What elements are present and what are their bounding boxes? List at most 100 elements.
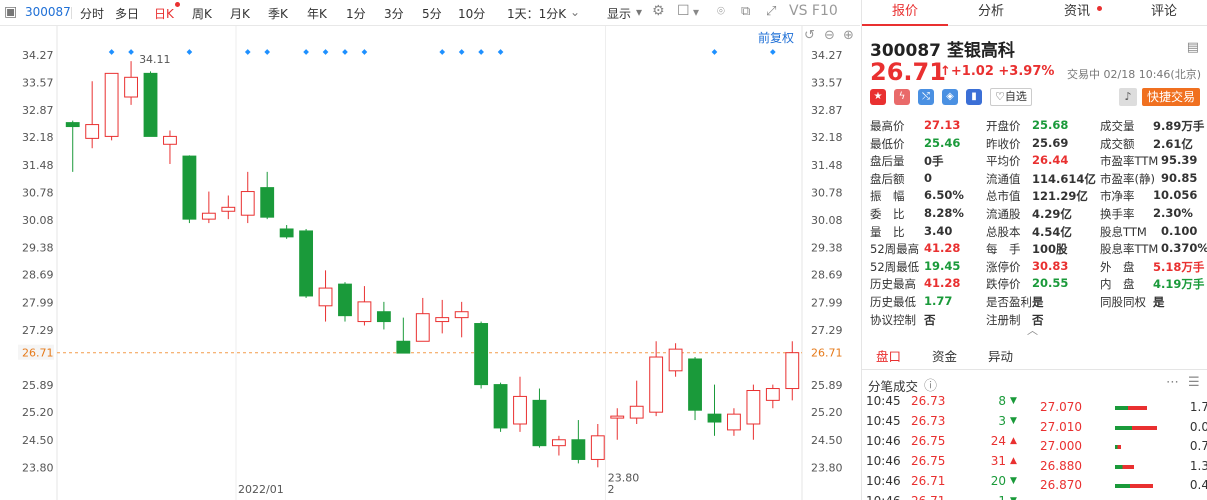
quote-label: 换手率 <box>1100 207 1135 221</box>
copy-icon[interactable]: ⧉ <box>741 4 750 19</box>
camera-icon[interactable]: ⌾ <box>717 4 725 19</box>
candle <box>143 71 158 137</box>
shuffle-icon[interactable]: ⤭ <box>918 89 934 105</box>
heart-icon: ♡ <box>995 90 1005 103</box>
tab-order-book[interactable]: 盘口 <box>876 346 901 365</box>
quote-value: 否 <box>924 312 936 327</box>
tab-monthly-k[interactable]: 月K <box>230 5 250 22</box>
candle-body <box>629 405 644 419</box>
list-icon[interactable]: ☰ <box>1188 375 1200 390</box>
lightning-icon[interactable]: ϟ <box>894 89 910 105</box>
quote-value: 是 <box>1153 295 1165 309</box>
fullscreen-icon[interactable]: ⤢ <box>766 4 776 19</box>
quote-label: 量 比 <box>870 224 905 239</box>
checkbox-icon[interactable]: ☐ <box>677 3 690 19</box>
candle <box>532 388 547 448</box>
k-line-chart[interactable]: 34.27 34.27 33.57 33.57 32.87 32.87 32.18 32.18… <box>0 26 860 500</box>
candle-body <box>435 317 450 323</box>
quote-value: 25.68 <box>1032 118 1069 132</box>
candle <box>396 317 411 354</box>
candle <box>454 301 469 338</box>
tab-comments[interactable]: 评论 <box>1121 0 1207 26</box>
quick-trade-button[interactable]: 快捷交易 <box>1142 88 1201 106</box>
event-marker <box>108 49 115 55</box>
candle-body <box>785 352 800 390</box>
plus-icon[interactable]: ⊕ <box>843 28 854 43</box>
tab-anomaly[interactable]: 异动 <box>988 346 1013 365</box>
candle-body <box>668 348 683 372</box>
candle-body <box>746 390 761 425</box>
more-icon[interactable]: ⋯ <box>1166 375 1179 390</box>
tab-news[interactable]: 资讯 <box>1034 0 1120 26</box>
candle <box>240 171 255 224</box>
display-button[interactable]: 显示 <box>607 5 631 22</box>
restore-price-button[interactable]: 前复权 <box>758 29 794 46</box>
doc-icon[interactable]: ▤ <box>1187 40 1199 55</box>
candle-body <box>85 124 100 139</box>
tab-yearly-k[interactable]: 年K <box>307 5 327 22</box>
quote-label: 昨收价 <box>986 136 1021 151</box>
candle <box>513 376 527 432</box>
candle <box>435 299 450 334</box>
quote-value: 1.77 <box>924 294 953 308</box>
tab-capital[interactable]: 资金 <box>932 346 957 365</box>
minus-icon[interactable]: ⊖ <box>824 28 835 43</box>
candle <box>571 420 586 464</box>
quote-panel: 报价 分析 资讯 评论 300087 荃银高科 ▤ 26.71 ↑+1.02 +… <box>861 0 1207 500</box>
quote-label: 跌停价 <box>986 277 1021 292</box>
event-marker <box>361 49 368 55</box>
tab-quarterly-k[interactable]: 季K <box>268 5 288 22</box>
y-tick-left: 27.99 <box>22 296 54 309</box>
chevron-down-icon[interactable]: ▾ <box>693 5 699 19</box>
info-icon[interactable]: ⓘ <box>924 375 937 394</box>
quote-value: 90.85 <box>1161 170 1198 185</box>
candlestick-svg[interactable]: 34.27 34.27 33.57 33.57 32.87 32.87 32.18 32.18… <box>0 26 860 500</box>
bell-icon[interactable]: ♪ <box>1119 88 1137 106</box>
tick-price: 26.71 <box>911 494 945 500</box>
gear-icon[interactable]: ⚙ <box>652 3 665 19</box>
candle <box>318 270 333 322</box>
quote-value: 30.83 <box>1032 258 1069 273</box>
tab-5min[interactable]: 5分 <box>422 5 442 22</box>
candle-body <box>65 122 80 128</box>
candle-body <box>415 313 430 342</box>
candle <box>474 321 489 389</box>
tab-weekly-k[interactable]: 周K <box>192 5 212 22</box>
undo-icon[interactable]: ↺ <box>804 28 815 43</box>
interval-select[interactable]: 1天：1分K <box>507 5 566 22</box>
quote-value: 114.614亿 <box>1032 171 1096 186</box>
quote-label: 总股本 <box>986 224 1021 239</box>
chevron-down-icon[interactable]: ▾ <box>636 5 642 19</box>
tab-intraday[interactable]: 分时 <box>80 5 104 22</box>
tab-quote[interactable]: 报价 <box>862 0 948 26</box>
candle-body <box>143 72 158 137</box>
quote-value: 95.39 <box>1161 153 1198 168</box>
y-tick-left: 29.38 <box>22 241 54 254</box>
level-price: 26.880 <box>1040 458 1082 473</box>
quote-value: 6.50% <box>924 188 964 203</box>
tab-10min[interactable]: 10分 <box>458 5 485 22</box>
quote-value: 是 <box>1032 295 1044 309</box>
quote-value: 2.61亿 <box>1153 136 1193 151</box>
chevron-down-icon[interactable]: ⌄ <box>570 5 580 19</box>
bookmark-icon[interactable]: ▮ <box>966 89 982 105</box>
add-watchlist-button[interactable]: ♡自选 <box>990 88 1032 106</box>
chevron-up-icon[interactable]: ︿ <box>1027 322 1038 338</box>
menu-icon[interactable]: ▣ <box>4 4 17 20</box>
candle <box>338 282 352 322</box>
tab-3min[interactable]: 3分 <box>384 5 404 22</box>
vs-f10-label[interactable]: VS F10 <box>789 3 838 19</box>
tab-1min[interactable]: 1分 <box>346 5 366 22</box>
tag-icon[interactable]: ◈ <box>942 89 958 105</box>
level-price: 27.000 <box>1040 439 1082 453</box>
tab-multiday[interactable]: 多日 <box>115 5 139 22</box>
quote-label: 振 幅 <box>870 189 905 204</box>
quote-label: 最高价 <box>870 119 905 133</box>
tab-daily-k[interactable]: 日K <box>154 5 174 22</box>
y-tick-right: 33.57 <box>811 76 843 89</box>
candle <box>629 380 644 424</box>
tab-analysis[interactable]: 分析 <box>948 0 1034 26</box>
candle <box>688 357 702 421</box>
candle-body <box>396 340 411 354</box>
quote-label: 52周最低 <box>870 259 920 274</box>
